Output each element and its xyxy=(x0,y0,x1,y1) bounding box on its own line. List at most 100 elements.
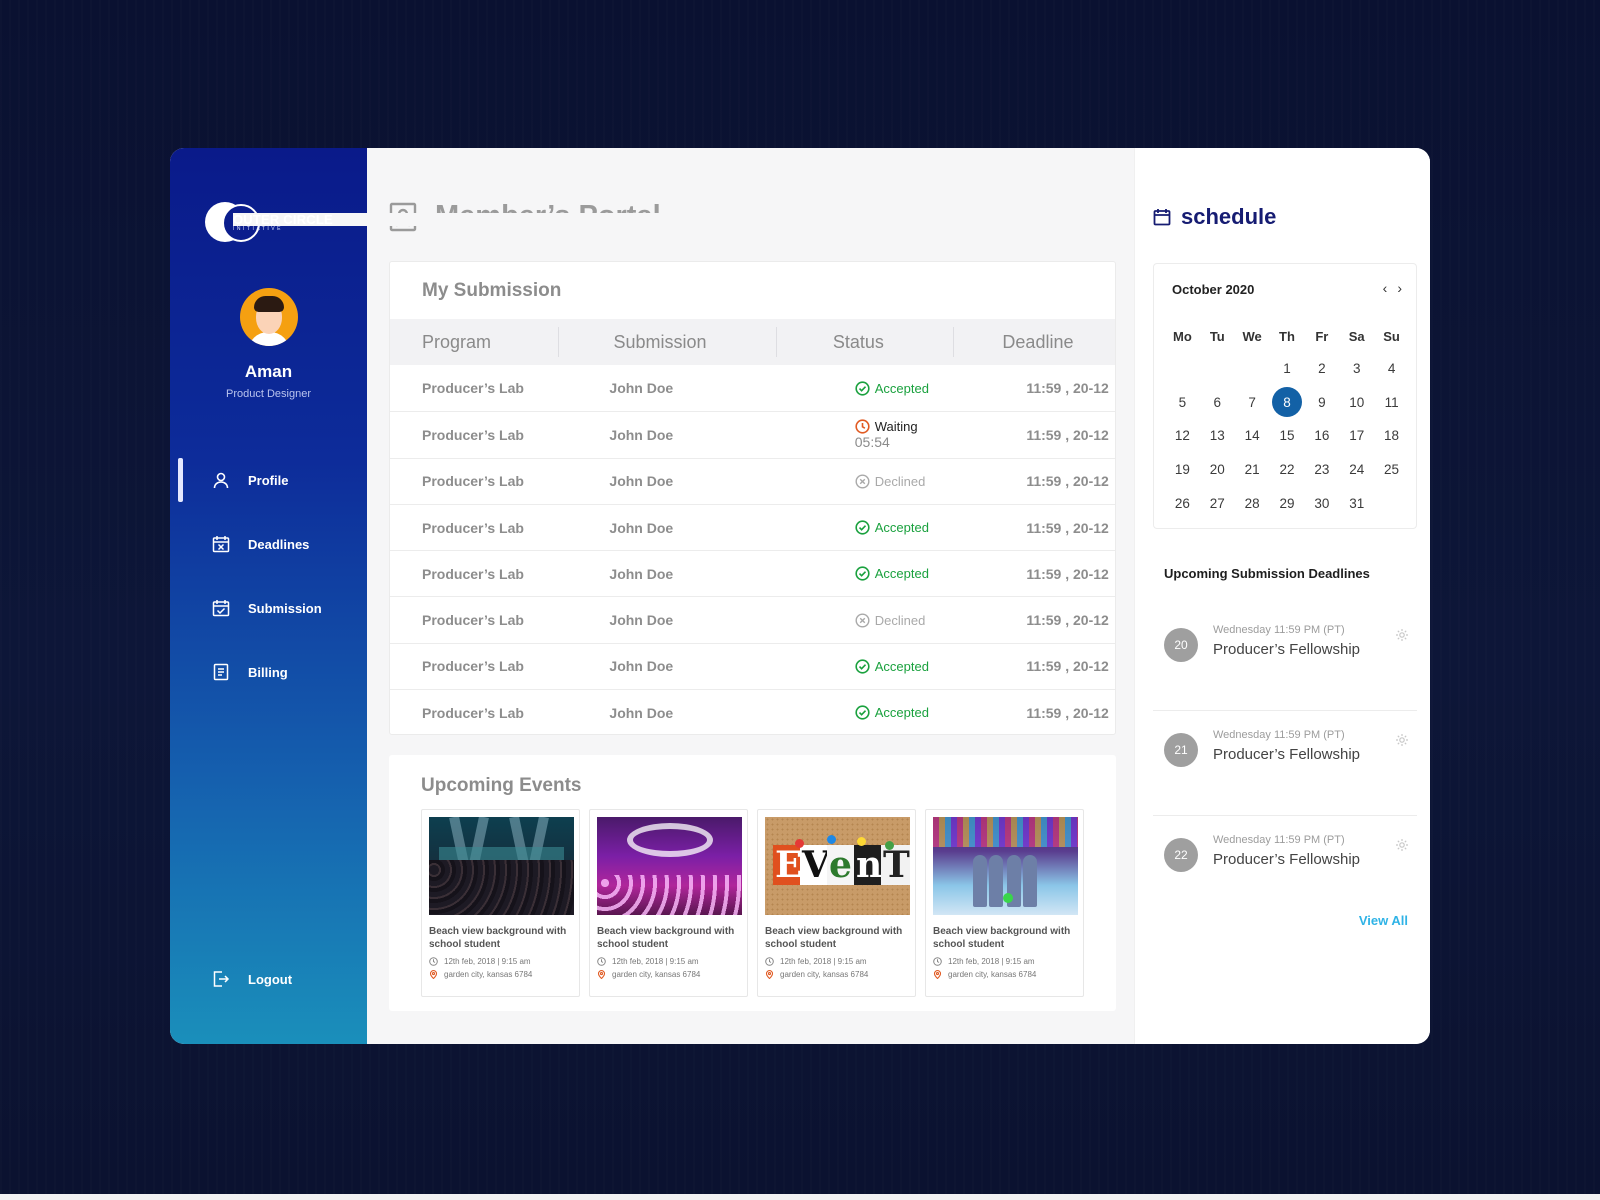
calendar-day[interactable]: 24 xyxy=(1339,453,1374,487)
cell-submission: John Doe xyxy=(609,519,674,536)
event-date: 12th feb, 2018 | 9:15 am xyxy=(933,957,1077,966)
table-row[interactable]: Producer’s Lab John Doe Waiting 05:54 11:59 … xyxy=(390,411,1115,457)
calendar-day[interactable]: 7 xyxy=(1235,386,1270,420)
calendar-day[interactable]: 13 xyxy=(1200,419,1235,453)
sidebar-item-profile[interactable]: Profile xyxy=(170,448,367,512)
submissions-title: My Submission xyxy=(422,280,562,301)
logout-button[interactable]: Logout xyxy=(212,970,292,988)
sidebar-item-deadlines[interactable]: Deadlines xyxy=(170,512,367,576)
calendar-day[interactable]: 20 xyxy=(1200,453,1235,487)
table-row[interactable]: Producer’s Lab John Doe Accepted 11:59 , 20… xyxy=(390,550,1115,596)
calendar-day[interactable]: 2 xyxy=(1304,352,1339,386)
calendar-day[interactable]: 3 xyxy=(1339,352,1374,386)
calendar-day[interactable]: 11 xyxy=(1374,386,1409,420)
calendar-day[interactable]: 6 xyxy=(1200,386,1235,420)
gear-icon[interactable] xyxy=(1395,628,1409,642)
column-header-submission[interactable]: Submission xyxy=(559,319,778,365)
calendar-check-icon xyxy=(212,599,230,617)
column-header-status[interactable]: Status xyxy=(777,319,955,365)
status-badge: Accepted xyxy=(855,566,929,581)
cell-submission: John Doe xyxy=(609,704,674,721)
avatar[interactable] xyxy=(240,288,298,346)
status-badge: Accepted xyxy=(855,659,929,674)
event-image[interactable] xyxy=(933,817,1078,915)
event-date-text: 12th feb, 2018 | 9:15 am xyxy=(612,957,699,966)
map-pin-icon xyxy=(429,970,438,979)
deadline-name: Producer’s Fellowship xyxy=(1213,746,1361,763)
chevron-right-icon[interactable]: › xyxy=(1397,280,1402,296)
gear-icon[interactable] xyxy=(1395,733,1409,747)
deadline-item[interactable]: 22 Wednesday 11:59 PM (PT) Producer’s Fell… xyxy=(1153,816,1417,921)
submissions-card: My Submission Program Submission Status … xyxy=(389,261,1116,735)
gear-icon[interactable] xyxy=(1395,838,1409,852)
calendar-day[interactable]: 5 xyxy=(1165,386,1200,420)
column-header-deadline[interactable]: Deadline xyxy=(954,319,1115,365)
check-circle-icon xyxy=(855,381,870,396)
calendar-day[interactable]: 28 xyxy=(1235,486,1270,520)
calendar-day[interactable]: 31 xyxy=(1339,486,1374,520)
calendar-day[interactable]: 18 xyxy=(1374,419,1409,453)
check-circle-icon xyxy=(855,705,870,720)
calendar-day[interactable]: 17 xyxy=(1339,419,1374,453)
column-header-program[interactable]: Program xyxy=(390,319,560,365)
table-row[interactable]: Producer’s Lab John Doe Accepted 11:59 , 20… xyxy=(390,503,1115,550)
cell-program: Producer’s Lab xyxy=(422,704,524,721)
event-card[interactable]: Beach view background with school studen… xyxy=(589,809,748,997)
calendar-day[interactable]: 9 xyxy=(1304,386,1339,420)
schedule-header: schedule xyxy=(1153,204,1276,230)
page-bottom-strip xyxy=(0,1194,1600,1200)
status-label: Declined xyxy=(874,473,926,489)
calendar-day[interactable]: 14 xyxy=(1235,419,1270,453)
sidebar-item-submission[interactable]: Submission xyxy=(170,576,367,640)
table-row[interactable]: Producer’s Lab John Doe Declined 11:59 , 20… xyxy=(390,457,1115,504)
calendar-day[interactable]: 26 xyxy=(1165,486,1200,520)
table-row[interactable]: Producer’s Lab John Doe Declined 11:59 , 20… xyxy=(390,596,1115,642)
user-icon xyxy=(212,471,230,489)
calendar-day[interactable]: 22 xyxy=(1270,453,1305,487)
deadline-item[interactable]: 20 Wednesday 11:59 PM (PT) Producer’s Fell… xyxy=(1153,606,1417,711)
check-circle-icon xyxy=(855,566,870,581)
deadline-day-badge: 21 xyxy=(1164,733,1198,767)
event-card[interactable]: E Ve n T Beach view background with school s… xyxy=(757,809,916,997)
event-card[interactable]: Beach view background with school studen… xyxy=(421,809,580,997)
clock-icon xyxy=(933,957,942,966)
calendar-month: October 2020 xyxy=(1172,282,1255,297)
calendar-day[interactable]: 23 xyxy=(1304,453,1339,487)
calendar-day[interactable]: 21 xyxy=(1235,453,1270,487)
calendar-day[interactable]: 19 xyxy=(1165,453,1200,487)
event-image[interactable] xyxy=(429,817,574,915)
chevron-left-icon[interactable]: ‹ xyxy=(1383,280,1388,296)
calendar-day-selected[interactable]: 8 xyxy=(1270,386,1305,420)
calendar-day[interactable]: 25 xyxy=(1374,453,1409,487)
event-location: garden city, kansas 6784 xyxy=(429,970,573,979)
event-image[interactable] xyxy=(597,817,742,915)
table-row[interactable]: Producer’s Lab John Doe Accepted 11:59 , 20… xyxy=(390,689,1115,735)
map-pin-icon xyxy=(597,970,606,979)
sidebar-nav: Profile Deadlines Submission Billing xyxy=(170,448,367,704)
sidebar-item-billing[interactable]: Billing xyxy=(170,640,367,704)
deadline-name: Producer’s Fellowship xyxy=(1213,851,1361,868)
calendar-day[interactable]: 15 xyxy=(1270,419,1305,453)
cell-program: Producer’s Lab xyxy=(422,658,524,675)
event-card[interactable]: Beach view background with school studen… xyxy=(925,809,1084,997)
event-image[interactable]: EVenT xyxy=(765,817,910,915)
deadline-day-badge: 22 xyxy=(1164,838,1198,872)
calendar-day[interactable]: 12 xyxy=(1165,419,1200,453)
cell-deadline: 11:59 , 20-12 xyxy=(1026,519,1109,536)
calendar-day[interactable]: 27 xyxy=(1200,486,1235,520)
document-icon xyxy=(212,663,230,681)
events-title: Upcoming Events xyxy=(421,775,582,796)
deadline-item[interactable]: 21 Wednesday 11:59 PM (PT) Producer’s Fell… xyxy=(1153,711,1417,816)
calendar-day[interactable]: 1 xyxy=(1270,352,1305,386)
calendar-day[interactable]: 30 xyxy=(1304,486,1339,520)
calendar-day[interactable]: 16 xyxy=(1304,419,1339,453)
cell-program: Producer’s Lab xyxy=(422,612,524,629)
table-row[interactable]: Producer’s Lab John Doe Accepted 11:59 , 20… xyxy=(390,365,1115,411)
sidebar-item-label: Profile xyxy=(248,472,289,488)
status-badge: Accepted xyxy=(855,381,929,396)
calendar-day[interactable]: 29 xyxy=(1270,486,1305,520)
calendar-day[interactable]: 10 xyxy=(1339,386,1374,420)
view-all-link[interactable]: View All xyxy=(1359,913,1408,928)
table-row[interactable]: Producer’s Lab John Doe Accepted 11:59 , 20… xyxy=(390,642,1115,689)
calendar-day[interactable]: 4 xyxy=(1374,352,1409,386)
